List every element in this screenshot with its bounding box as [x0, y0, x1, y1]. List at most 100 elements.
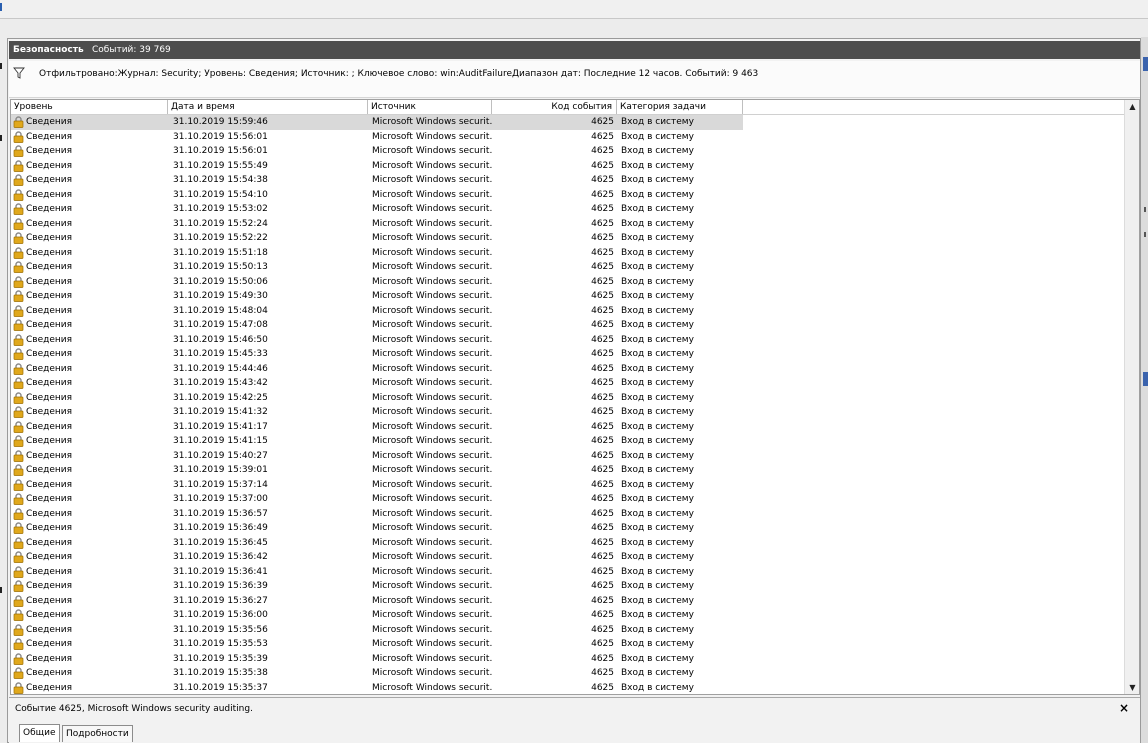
date-cell: 31.10.2019 15:46:50 — [173, 334, 268, 345]
table-row[interactable]: Сведения 31.10.2019 15:41:17 Microsoft Win… — [11, 420, 1125, 435]
source-cell: Microsoft Windows securit... — [372, 233, 492, 243]
column-header-source[interactable]: Источник — [368, 100, 492, 114]
right-edge-mark — [1144, 207, 1146, 212]
table-row[interactable]: Сведения 31.10.2019 15:54:10 Microsoft Win… — [11, 188, 1125, 203]
table-row[interactable]: Сведения 31.10.2019 15:36:42 Microsoft Win… — [11, 550, 1125, 565]
table-row[interactable]: Сведения 31.10.2019 15:36:27 Microsoft Win… — [11, 594, 1125, 609]
category-cell: Вход в систему — [621, 204, 694, 214]
source-cell: Microsoft Windows securit... — [372, 436, 492, 446]
vertical-scrollbar[interactable]: ▲ ▼ — [1124, 100, 1139, 694]
lock-icon — [13, 609, 24, 621]
table-row[interactable]: Сведения 31.10.2019 15:36:00 Microsoft Win… — [11, 608, 1125, 623]
table-row[interactable]: Сведения 31.10.2019 15:36:39 Microsoft Win… — [11, 579, 1125, 594]
table-row[interactable]: Сведения 31.10.2019 15:36:41 Microsoft Win… — [11, 565, 1125, 580]
lock-icon — [13, 536, 24, 549]
level-text: Сведения — [26, 421, 73, 432]
source-cell: Microsoft Windows securit... — [372, 682, 492, 693]
scroll-up-arrow-icon[interactable]: ▲ — [1128, 102, 1137, 111]
close-icon[interactable]: × — [1119, 701, 1129, 715]
table-row[interactable]: Сведения 31.10.2019 15:41:15 Microsoft Win… — [11, 434, 1125, 449]
table-row[interactable]: Сведения 31.10.2019 15:59:46 Microsoft Win… — [11, 115, 1125, 130]
event-code-cell: 4625 — [591, 682, 614, 693]
source-cell: Microsoft Windows securit... — [372, 363, 492, 374]
table-row[interactable]: Сведения 31.10.2019 15:52:24 Microsoft Win… — [11, 217, 1125, 232]
event-code-cell: 4625 — [591, 247, 614, 258]
table-row[interactable]: Сведения 31.10.2019 15:51:18 Microsoft Win… — [11, 246, 1125, 261]
column-header-category[interactable]: Категория задачи — [617, 100, 743, 114]
level-text: Сведения — [26, 639, 73, 649]
event-code-cell: 4625 — [591, 204, 614, 214]
table-row[interactable]: Сведения 31.10.2019 15:36:49 Microsoft Win… — [11, 521, 1125, 536]
lock-icon — [13, 174, 24, 186]
table-row[interactable]: Сведения 31.10.2019 15:47:08 Microsoft Win… — [11, 318, 1125, 333]
column-header-code[interactable]: Код события — [492, 100, 617, 114]
level-cell: Сведения — [13, 681, 168, 695]
table-row[interactable]: Сведения 31.10.2019 15:52:22 Microsoft Win… — [11, 231, 1125, 246]
date-cell: 31.10.2019 15:55:49 — [173, 160, 268, 171]
date-cell: 31.10.2019 15:48:04 — [173, 305, 268, 316]
date-cell: 31.10.2019 15:39:01 — [173, 465, 268, 475]
event-details-pane: Событие 4625, Microsoft Windows security… — [9, 697, 1140, 743]
table-row[interactable]: Сведения 31.10.2019 15:46:50 Microsoft Win… — [11, 333, 1125, 348]
table-row[interactable]: Сведения 31.10.2019 15:49:30 Microsoft Win… — [11, 289, 1125, 304]
table-row[interactable]: Сведения 31.10.2019 15:56:01 Microsoft Win… — [11, 130, 1125, 145]
table-row[interactable]: Сведения 31.10.2019 15:55:49 Microsoft Win… — [11, 159, 1125, 174]
level-text: Сведения — [26, 682, 73, 693]
level-text: Сведения — [26, 189, 73, 200]
table-row[interactable]: Сведения 31.10.2019 15:35:53 Microsoft Win… — [11, 637, 1125, 652]
category-cell: Вход в систему — [621, 508, 694, 519]
table-row[interactable]: Сведения 31.10.2019 15:37:00 Microsoft Win… — [11, 492, 1125, 507]
lock-icon — [13, 420, 24, 433]
filter-bar: Отфильтровано:Журнал: Security; Уровень:… — [9, 61, 1140, 98]
table-row[interactable]: Сведения 31.10.2019 15:43:42 Microsoft Win… — [11, 376, 1125, 391]
scroll-down-arrow-icon[interactable]: ▼ — [1128, 683, 1137, 692]
table-row[interactable]: Сведения 31.10.2019 15:39:01 Microsoft Win… — [11, 463, 1125, 478]
level-cell: Сведения — [13, 173, 168, 188]
column-header-level[interactable]: Уровень — [11, 100, 168, 114]
category-cell: Вход в систему — [621, 363, 694, 374]
lock-icon — [13, 391, 24, 404]
lock-icon — [13, 464, 24, 476]
table-row[interactable]: Сведения 31.10.2019 15:50:13 Microsoft Win… — [11, 260, 1125, 275]
lock-icon — [13, 261, 24, 273]
event-code-cell: 4625 — [591, 363, 614, 374]
table-row[interactable]: Сведения 31.10.2019 15:35:39 Microsoft Win… — [11, 652, 1125, 667]
table-row[interactable]: Сведения 31.10.2019 15:35:37 Microsoft Win… — [11, 681, 1125, 695]
event-code-cell: 4625 — [591, 668, 614, 678]
table-row[interactable]: Сведения 31.10.2019 15:41:32 Microsoft Win… — [11, 405, 1125, 420]
category-cell: Вход в систему — [621, 494, 694, 504]
table-row[interactable]: Сведения 31.10.2019 15:45:33 Microsoft Win… — [11, 347, 1125, 362]
date-cell: 31.10.2019 15:36:39 — [173, 581, 268, 591]
level-cell: Сведения — [13, 202, 168, 217]
source-cell: Microsoft Windows securit... — [372, 639, 492, 649]
tab-details[interactable]: Подробности — [62, 725, 133, 742]
table-row[interactable]: Сведения 31.10.2019 15:54:38 Microsoft Win… — [11, 173, 1125, 188]
category-cell: Вход в систему — [621, 523, 694, 533]
category-cell: Вход в систему — [621, 247, 694, 258]
table-row[interactable]: Сведения 31.10.2019 15:40:27 Microsoft Win… — [11, 449, 1125, 464]
category-cell: Вход в систему — [621, 117, 694, 127]
left-edge-mark — [0, 135, 2, 141]
table-row[interactable]: Сведения 31.10.2019 15:50:06 Microsoft Win… — [11, 275, 1125, 290]
lock-icon — [13, 130, 24, 143]
table-row[interactable]: Сведения 31.10.2019 15:36:45 Microsoft Win… — [11, 536, 1125, 551]
funnel-icon — [13, 67, 25, 79]
table-row[interactable]: Сведения 31.10.2019 15:48:04 Microsoft Win… — [11, 304, 1125, 319]
level-cell: Сведения — [13, 637, 168, 652]
table-row[interactable]: Сведения 31.10.2019 15:53:02 Microsoft Win… — [11, 202, 1125, 217]
table-row[interactable]: Сведения 31.10.2019 15:56:01 Microsoft Win… — [11, 144, 1125, 159]
table-row[interactable]: Сведения 31.10.2019 15:37:14 Microsoft Win… — [11, 478, 1125, 493]
filter-description: Отфильтровано:Журнал: Security; Уровень:… — [39, 69, 759, 79]
level-text: Сведения — [26, 523, 73, 533]
column-header-date[interactable]: Дата и время — [168, 100, 368, 114]
source-cell: Microsoft Windows securit... — [372, 668, 492, 678]
level-text: Сведения — [26, 160, 73, 171]
table-row[interactable]: Сведения 31.10.2019 15:36:57 Microsoft Win… — [11, 507, 1125, 522]
table-row[interactable]: Сведения 31.10.2019 15:44:46 Microsoft Win… — [11, 362, 1125, 377]
table-row[interactable]: Сведения 31.10.2019 15:35:56 Microsoft Win… — [11, 623, 1125, 638]
source-cell: Microsoft Windows securit... — [372, 175, 492, 185]
table-row[interactable]: Сведения 31.10.2019 15:42:25 Microsoft Win… — [11, 391, 1125, 406]
tab-general[interactable]: Общие — [19, 724, 60, 742]
table-row[interactable]: Сведения 31.10.2019 15:35:38 Microsoft Win… — [11, 666, 1125, 681]
source-cell: Microsoft Windows securit... — [372, 392, 492, 403]
